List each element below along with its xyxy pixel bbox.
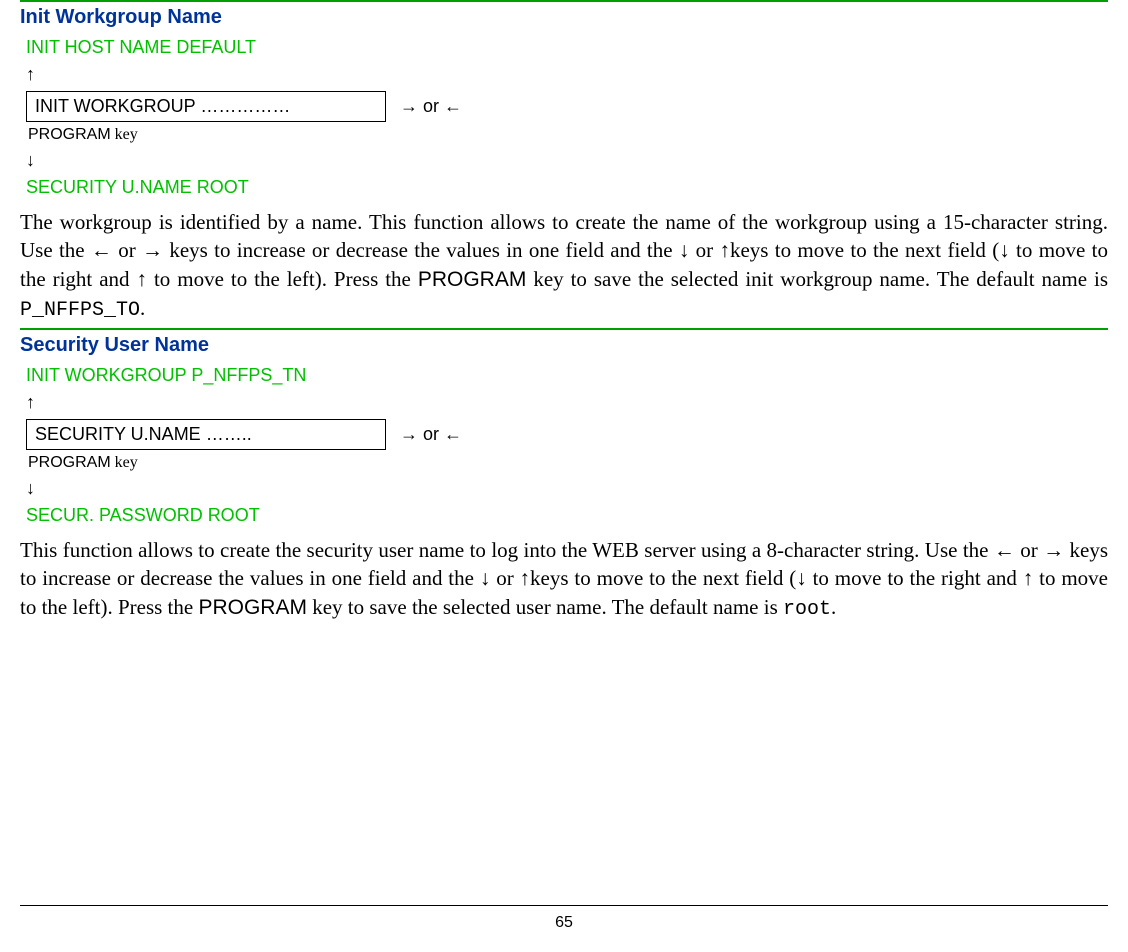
section-security-user: Security User Name INIT WORKGROUP P_NFFP…: [20, 328, 1108, 623]
boxed-row-init-workgroup: INIT WORKGROUP …………… → or ←: [26, 91, 1108, 122]
display-box-security-uname: SECURITY U.NAME ……..: [26, 419, 386, 450]
nav-above-init-host: INIT HOST NAME DEFAULT: [26, 37, 1108, 58]
nav-below-security-uname: SECURITY U.NAME ROOT: [26, 177, 1108, 198]
nav-above-init-workgroup: INIT WORKGROUP P_NFFPS_TN: [26, 365, 1108, 386]
body-program-word: PROGRAM: [418, 268, 527, 291]
program-word: PROGRAM: [28, 126, 111, 143]
down-arrow-icon: ↓: [26, 150, 1108, 171]
heading-security-user: Security User Name: [20, 334, 1108, 357]
body-security-user: This function allows to create the secur…: [20, 536, 1108, 623]
body-mono-default: root: [783, 598, 831, 621]
key-word: key: [111, 454, 138, 471]
up-arrow-icon: ↑: [26, 392, 1108, 413]
left-right-arrows-icon: → or ←: [400, 96, 462, 117]
heading-init-workgroup: Init Workgroup Name: [20, 6, 1108, 29]
page: Init Workgroup Name INIT HOST NAME DEFAU…: [0, 0, 1128, 952]
program-key-label: PROGRAM key: [28, 454, 1108, 472]
page-footer: 65: [20, 905, 1108, 932]
body-text-mid: key to save the selected user name. The …: [307, 595, 783, 619]
program-key-label: PROGRAM key: [28, 126, 1108, 144]
body-mono-default: P_NFFPS_TO: [20, 299, 140, 322]
body-init-workgroup: The workgroup is identified by a name. T…: [20, 208, 1108, 324]
key-word: key: [111, 126, 138, 143]
nav-below-secur-password: SECUR. PASSWORD ROOT: [26, 505, 1108, 526]
page-number: 65: [555, 914, 573, 931]
body-program-word: PROGRAM: [198, 596, 307, 619]
body-text-end: .: [831, 595, 836, 619]
down-arrow-icon: ↓: [26, 478, 1108, 499]
section-init-workgroup: Init Workgroup Name INIT HOST NAME DEFAU…: [20, 0, 1108, 324]
up-arrow-icon: ↑: [26, 64, 1108, 85]
program-word: PROGRAM: [28, 454, 111, 471]
body-text-end: .: [140, 296, 145, 320]
left-right-arrows-icon: → or ←: [400, 424, 462, 445]
boxed-row-security-uname: SECURITY U.NAME …….. → or ←: [26, 419, 1108, 450]
body-text-mid: key to save the selected init workgroup …: [526, 267, 1108, 291]
display-box-init-workgroup: INIT WORKGROUP ……………: [26, 91, 386, 122]
